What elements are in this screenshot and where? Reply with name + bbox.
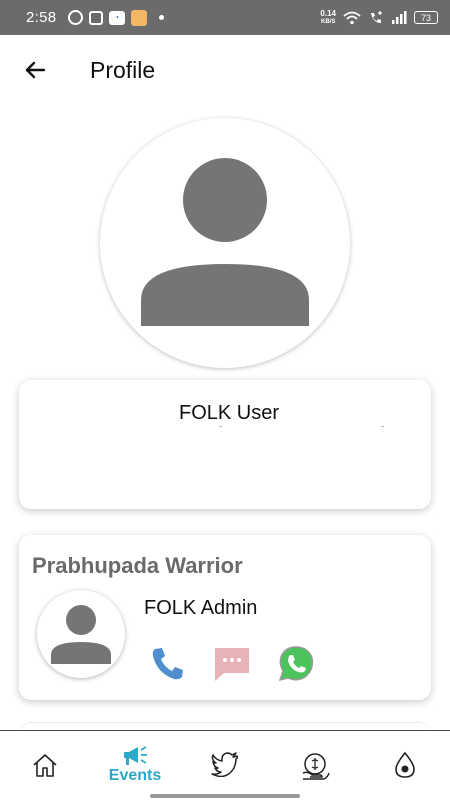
box-notification-icon [131, 9, 148, 26]
nav-events[interactable]: Events [90, 731, 180, 800]
status-time: 2:58 [26, 9, 57, 26]
divider-tick [219, 426, 222, 427]
call-wifi-icon [371, 10, 382, 23]
status-right: 0.14 KB/S 73 [320, 8, 438, 26]
twitter-icon [211, 752, 239, 777]
person-placeholder-icon [141, 158, 309, 326]
home-indicator[interactable] [150, 794, 300, 798]
section-title: Prabhupada Warrior [32, 553, 243, 578]
nav-twitter[interactable] [180, 731, 270, 800]
more-notifications-dot-icon [159, 15, 165, 20]
paytm-notification-icon: • [109, 10, 126, 25]
divider-tick [381, 426, 384, 427]
user-info-card: FOLK User [19, 380, 431, 509]
phone-icon [152, 648, 183, 680]
back-button[interactable] [22, 57, 48, 83]
call-button[interactable] [147, 643, 189, 685]
drop-icon [395, 751, 415, 778]
message-button[interactable] [211, 643, 253, 685]
nav-home[interactable] [0, 731, 90, 800]
back-arrow-icon [25, 61, 46, 79]
admin-avatar [37, 590, 125, 678]
wifi-icon [343, 11, 361, 24]
nav-drop[interactable] [360, 731, 450, 800]
person-placeholder-icon [51, 605, 111, 664]
message-icon [215, 648, 249, 681]
notification-icons: • [68, 9, 165, 26]
signal-icon [392, 11, 407, 24]
contact-actions [147, 643, 317, 685]
page-title: Profile [90, 57, 156, 83]
admin-name: FOLK Admin [144, 597, 258, 619]
status-bar: 2:58 • 0.14 KB/S 73 [0, 0, 450, 35]
nav-donation[interactable] [270, 731, 360, 800]
whatsapp-icon [278, 646, 314, 682]
net-speed-value: 0.14 [320, 8, 336, 18]
net-speed-unit: KB/S [321, 18, 336, 25]
user-name: FOLK User [179, 402, 280, 424]
admin-card: Prabhupada Warrior FOLK Admin [19, 535, 431, 700]
donation-icon [302, 753, 330, 780]
net-speed: 0.14 KB/S [320, 8, 336, 26]
app-header: Profile [0, 35, 450, 107]
nav-events-label: Events [108, 767, 162, 784]
megaphone-icon [124, 746, 147, 765]
home-icon [33, 754, 57, 777]
profile-avatar[interactable] [100, 118, 350, 368]
app-notification-icon [89, 10, 104, 25]
whatsapp-button[interactable] [275, 643, 317, 685]
battery-icon: 73 [414, 11, 438, 24]
whatsapp-notification-icon [68, 10, 84, 25]
bottom-navigation: Events [0, 730, 450, 800]
